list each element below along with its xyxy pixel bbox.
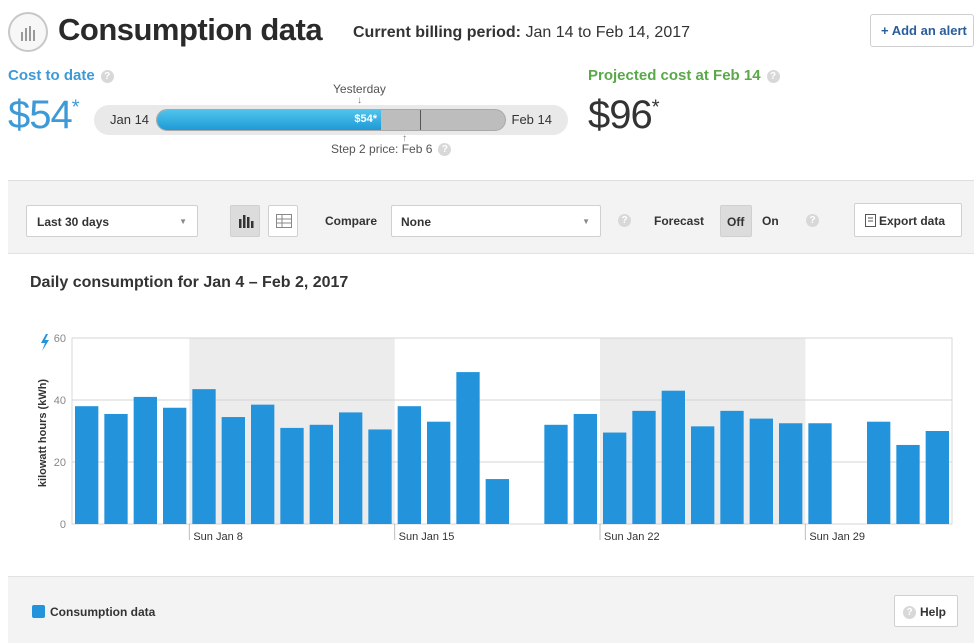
bar [339, 412, 363, 524]
bar [163, 407, 187, 524]
legend-label: Consumption data [50, 605, 156, 619]
cost-asterisk: * [71, 96, 80, 119]
step-price-marker [419, 110, 421, 130]
bar [280, 427, 304, 524]
forecast-help-icon[interactable]: ? [806, 214, 819, 227]
bar [397, 406, 421, 524]
progress-end-label: Feb 14 [511, 112, 552, 127]
bar [544, 424, 568, 524]
date-range-value: Last 30 days [37, 215, 110, 229]
legend-swatch [32, 605, 45, 618]
bar-chart-icon [239, 215, 254, 228]
progress-fill-label: $54* [354, 113, 377, 125]
consumption-panel: Last 30 days ▼ Compare None ▼ ? Forecast… [8, 180, 974, 643]
billing-period-value: Jan 14 to Feb 14, 2017 [525, 24, 691, 41]
bar [75, 406, 99, 524]
bar [309, 424, 333, 524]
bar [632, 410, 656, 524]
billing-period-label: Current billing period: [353, 24, 521, 41]
compare-value: None [401, 215, 431, 229]
bar [779, 423, 803, 524]
x-tick-label: Sun Jan 22 [604, 531, 660, 543]
export-data-label: Export data [879, 214, 946, 228]
date-range-select[interactable]: Last 30 days ▼ [26, 205, 198, 237]
y-axis-label: kilowatt hours (kWh) [37, 379, 49, 488]
projected-cost-label: Projected cost at Feb 14? [588, 67, 780, 84]
bar [603, 432, 627, 524]
chart-legend[interactable]: Consumption data [32, 605, 155, 619]
cost-to-date-label-text: Cost to date [8, 67, 95, 84]
forecast-on-button[interactable]: On [752, 205, 786, 237]
table-view-button[interactable] [268, 205, 298, 237]
bar [192, 389, 216, 524]
table-icon [276, 214, 292, 228]
add-alert-button[interactable]: + Add an alert [870, 14, 974, 47]
projected-cost-label-text: Projected cost at Feb 14 [588, 67, 761, 84]
bar [251, 404, 275, 524]
x-tick-label: Sun Jan 15 [399, 531, 455, 543]
bar [808, 423, 832, 524]
compare-label: Compare [325, 214, 378, 228]
progress-track: $54* [156, 109, 506, 131]
progress-fill: $54* [157, 110, 381, 130]
bar [368, 429, 392, 524]
billing-progress: Jan 14 $54* Feb 14 [94, 105, 568, 135]
billing-period: Current billing period: Jan 14 to Feb 14… [353, 24, 690, 42]
projected-asterisk: * [651, 96, 660, 119]
page-title: Consumption data [58, 12, 323, 47]
y-tick-label: 40 [54, 395, 66, 407]
chart-area: Daily consumption for Jan 4 – Feb 2, 201… [8, 253, 974, 577]
chevron-down-icon: ▼ [179, 217, 187, 226]
lightning-icon [41, 334, 49, 351]
step-price-text: Step 2 price: Feb 6 [331, 142, 433, 156]
cost-to-date-label: Cost to date? [8, 67, 114, 84]
bar [691, 426, 715, 524]
cost-help-icon[interactable]: ? [100, 69, 114, 83]
bar-view-button[interactable] [230, 205, 260, 237]
bar [749, 418, 773, 524]
projected-help-icon[interactable]: ? [766, 69, 780, 83]
y-tick-label: 60 [54, 333, 66, 345]
compare-select[interactable]: None ▼ [391, 205, 601, 237]
chevron-down-icon: ▼ [582, 217, 590, 226]
consumption-bar-chart: 0 20 40 60 kilowatt hours (kWh) Sun Jan 8 Sun … [37, 333, 953, 543]
export-icon [865, 214, 876, 227]
compare-help-icon[interactable]: ? [618, 214, 631, 227]
x-tick-label: Sun Jan 29 [809, 531, 865, 543]
export-data-button[interactable]: Export data [854, 203, 962, 237]
y-tick-label: 0 [60, 519, 66, 531]
forecast-off-button[interactable]: Off [720, 205, 752, 237]
bar [661, 390, 685, 524]
bar [133, 396, 157, 524]
forecast-label: Forecast [654, 214, 705, 228]
help-label: Help [920, 605, 947, 619]
bar [720, 410, 744, 524]
x-tick-label: Sun Jan 8 [193, 531, 243, 543]
yesterday-marker-label: Yesterday [333, 82, 386, 96]
bar [896, 444, 920, 524]
step-help-icon[interactable]: ? [438, 143, 452, 157]
projected-cost-value: $96* [588, 93, 660, 138]
bar [485, 479, 509, 524]
help-button[interactable]: ? Help [894, 595, 958, 627]
bar [104, 413, 128, 524]
help-icon: ? [903, 606, 916, 620]
bar [573, 413, 597, 524]
cost-to-date-amount: $54 [8, 93, 73, 137]
step-price-label: Step 2 price: Feb 6? [331, 142, 452, 157]
bar [867, 421, 891, 524]
cost-to-date-value: $54* [8, 93, 80, 138]
bar [456, 372, 480, 524]
progress-start-label: Jan 14 [110, 112, 150, 127]
chart-toolbar: Last 30 days ▼ Compare None ▼ ? Forecast… [8, 181, 974, 253]
y-tick-label: 20 [54, 457, 66, 469]
bar [925, 431, 949, 524]
bar [427, 421, 451, 524]
projected-cost-amount: $96 [588, 93, 653, 137]
bar [221, 417, 245, 524]
app-logo-icon [8, 12, 48, 52]
